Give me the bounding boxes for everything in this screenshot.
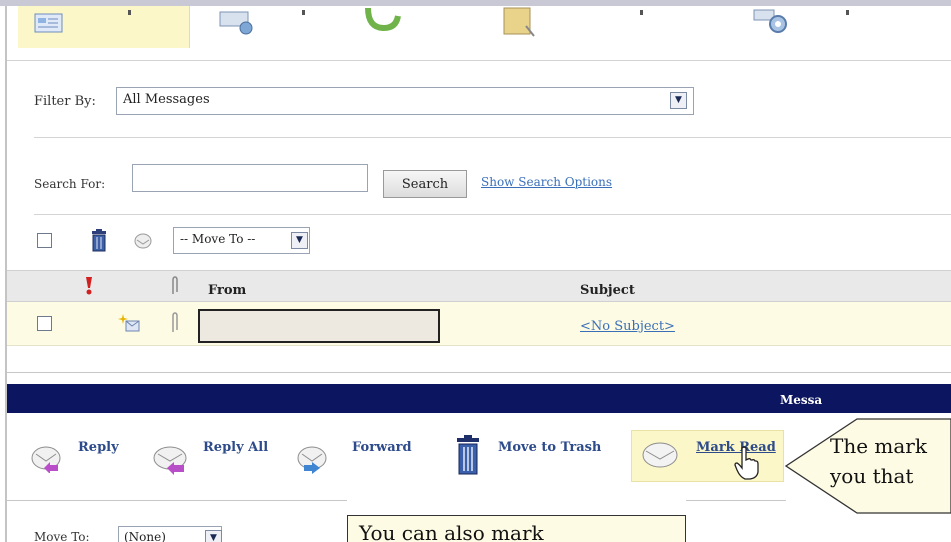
reply-button[interactable]: Reply (78, 440, 119, 455)
search-input[interactable] (132, 164, 368, 192)
divider (7, 500, 347, 501)
attachment-icon (172, 276, 178, 294)
toolbar-separator (302, 10, 305, 15)
priority-icon (86, 277, 92, 295)
lower-move-to-value: (None) (124, 530, 166, 542)
toolbar-separator (640, 10, 643, 15)
move-to-trash-icon[interactable] (455, 435, 481, 475)
filter-dropdown-arrow[interactable]: ▼ (670, 92, 687, 109)
new-message-icon (118, 314, 140, 332)
move-to-trash-button[interactable]: Move to Trash (498, 440, 601, 455)
redacted-sender (198, 309, 440, 343)
message-table-header (7, 270, 951, 302)
move-to-select-value: -- Move To -- (180, 232, 256, 246)
table-row[interactable] (7, 302, 951, 346)
move-to-select[interactable]: -- Move To -- (173, 227, 310, 254)
divider (7, 60, 951, 61)
divider (7, 372, 951, 373)
message-view-title: Messa (780, 393, 823, 407)
filter-select-value: All Messages (123, 92, 210, 107)
toolbar-separator (128, 10, 131, 15)
divider (34, 137, 951, 138)
select-all-checkbox[interactable] (37, 233, 52, 248)
lower-move-to-label: Move To: (34, 530, 90, 542)
filter-select[interactable]: All Messages (116, 87, 694, 115)
row-subject-link[interactable]: <No Subject> (580, 319, 675, 334)
column-header-subject[interactable]: Subject (580, 283, 635, 298)
refresh-icon[interactable] (362, 6, 402, 36)
row-checkbox[interactable] (37, 316, 52, 331)
forward-button[interactable]: Forward (352, 440, 412, 455)
inbox-icon[interactable] (34, 10, 64, 34)
hand-cursor-icon (734, 446, 759, 480)
mark-read-icon[interactable] (640, 440, 680, 470)
settings-icon[interactable] (752, 6, 792, 36)
divider (686, 500, 786, 501)
divider (34, 214, 951, 215)
move-to-dropdown-arrow[interactable]: ▼ (291, 232, 308, 249)
trash-icon[interactable] (90, 229, 108, 253)
show-search-options-link[interactable]: Show Search Options (481, 175, 612, 189)
reply-icon[interactable] (30, 445, 64, 473)
right-callout-line-2: you that (830, 464, 914, 488)
toolbar-separator (846, 10, 849, 15)
lower-move-to-arrow[interactable]: ▼ (205, 530, 222, 542)
forward-icon[interactable] (296, 445, 330, 475)
search-button[interactable]: Search (383, 170, 467, 198)
column-header-from[interactable]: From (208, 283, 246, 298)
search-label: Search For: (34, 177, 106, 191)
bottom-callout-line-1: You can also mark (359, 521, 544, 542)
compose-mail-icon[interactable] (218, 6, 258, 36)
right-callout-line-1: The mark (830, 434, 927, 458)
row-attachment-icon (172, 312, 178, 332)
address-book-icon[interactable] (500, 6, 540, 40)
reply-all-button[interactable]: Reply All (203, 440, 268, 455)
mark-read-small-icon[interactable] (134, 233, 152, 249)
filter-label: Filter By: (34, 94, 96, 109)
reply-all-icon[interactable] (150, 445, 190, 475)
